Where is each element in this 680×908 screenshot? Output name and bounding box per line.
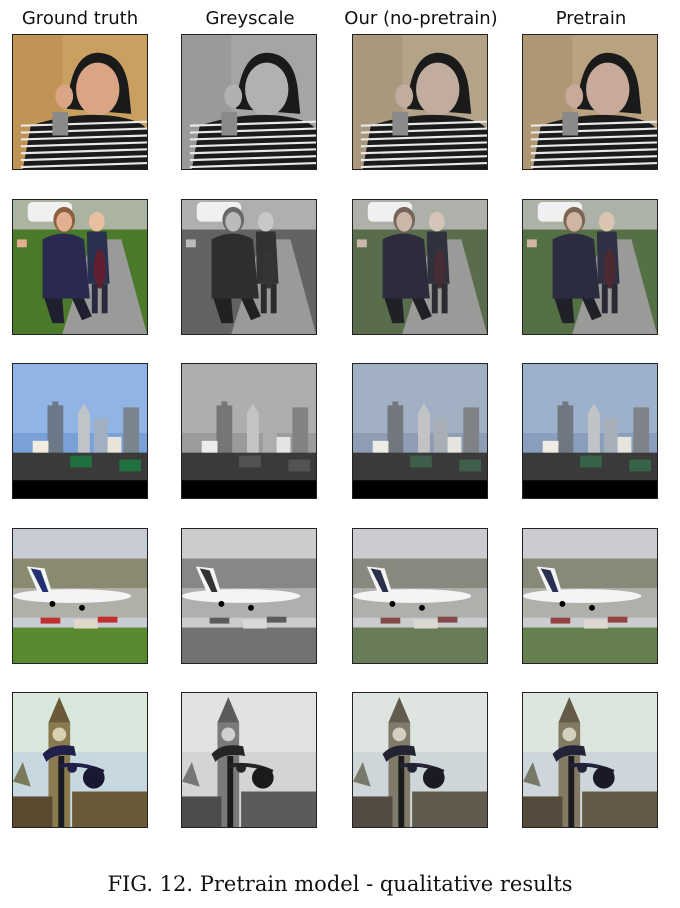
image-big-ben-ground-truth <box>12 692 148 828</box>
column-header-pretrain: Pretrain <box>555 8 627 29</box>
column-header-greyscale: Greyscale <box>205 8 295 29</box>
image-airplane-pretrain <box>522 528 658 664</box>
image-airplane-ground-truth <box>12 528 148 664</box>
figure-caption: FIG. 12. Pretrain model - qualitative re… <box>107 872 573 896</box>
image-person-hoodie-greyscale <box>181 34 317 170</box>
column-header-ground-truth: Ground truth <box>21 8 139 29</box>
image-person-hoodie-ground-truth <box>12 34 148 170</box>
image-city-skyline-greyscale <box>181 363 317 499</box>
image-city-skyline-ground-truth <box>12 363 148 499</box>
image-city-skyline-pretrain <box>522 363 658 499</box>
image-city-skyline-no-pretrain <box>352 363 488 499</box>
image-person-hoodie-no-pretrain <box>352 34 488 170</box>
image-big-ben-no-pretrain <box>352 692 488 828</box>
image-mother-child-pretrain <box>522 199 658 335</box>
image-big-ben-pretrain <box>522 692 658 828</box>
image-airplane-greyscale <box>181 528 317 664</box>
image-person-hoodie-pretrain <box>522 34 658 170</box>
image-mother-child-no-pretrain <box>352 199 488 335</box>
image-airplane-no-pretrain <box>352 528 488 664</box>
column-header-no-pretrain: Our (no-pretrain) <box>344 8 498 29</box>
image-mother-child-ground-truth <box>12 199 148 335</box>
image-mother-child-greyscale <box>181 199 317 335</box>
image-big-ben-greyscale <box>181 692 317 828</box>
